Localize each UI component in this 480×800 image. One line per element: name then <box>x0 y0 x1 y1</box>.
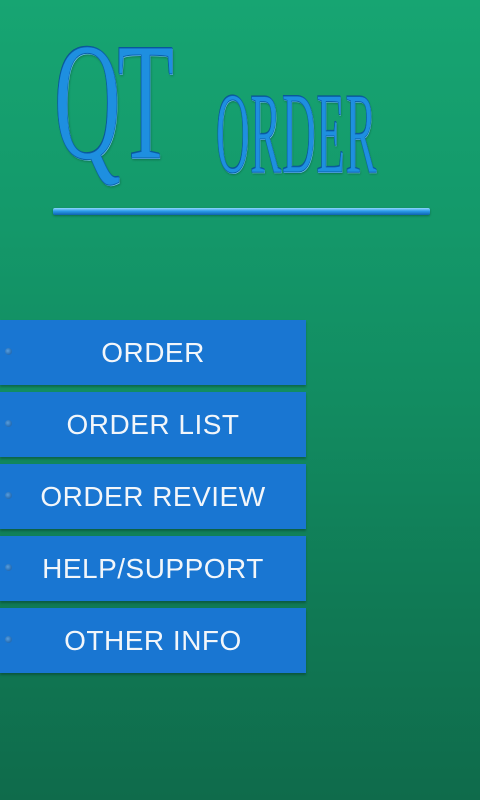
menu-order-button[interactable]: ORDER <box>0 320 306 385</box>
logo-underline <box>53 208 430 215</box>
menu-order-list-label: ORDER LIST <box>66 408 240 440</box>
menu-other-info-button[interactable]: OTHER INFO <box>0 608 306 673</box>
menu-order-label: ORDER <box>101 336 205 368</box>
menu-order-review-label: ORDER REVIEW <box>40 480 266 512</box>
main-menu: ORDER ORDER LIST ORDER REVIEW HELP/SUPPO… <box>0 320 306 680</box>
menu-order-list-button[interactable]: ORDER LIST <box>0 392 306 457</box>
menu-help-support-button[interactable]: HELP/SUPPORT <box>0 536 306 601</box>
bullet-icon <box>5 420 12 427</box>
menu-other-info-label: OTHER INFO <box>64 624 242 656</box>
logo-order-text: ORDER <box>216 70 378 198</box>
menu-order-review-button[interactable]: ORDER REVIEW <box>0 464 306 529</box>
menu-help-support-label: HELP/SUPPORT <box>42 552 264 584</box>
bullet-icon <box>5 348 12 355</box>
app-logo: QT ORDER <box>52 18 432 218</box>
bullet-icon <box>5 492 12 499</box>
bullet-icon <box>5 564 12 571</box>
logo-qt-text: QT <box>54 9 174 195</box>
bullet-icon <box>5 636 12 643</box>
